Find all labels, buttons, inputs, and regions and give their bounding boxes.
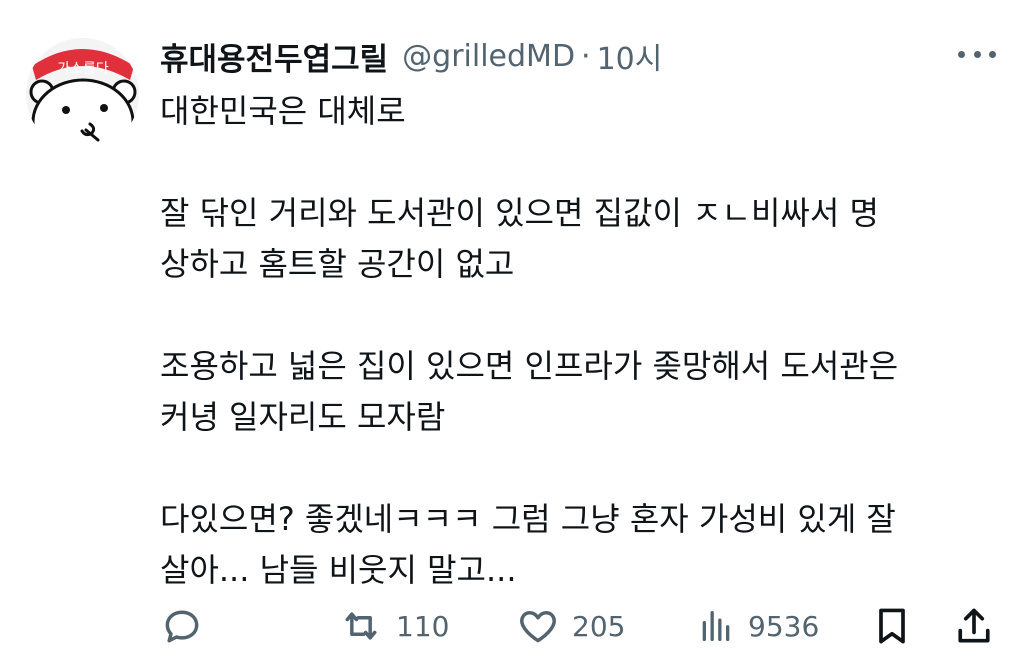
like-button[interactable]: 205: [516, 600, 625, 652]
tweet-paragraph: 다있으면? 좋겠네ㅋㅋㅋ 그럼 그냥 혼자 가성비 있게 잘 살아... 남들 …: [160, 494, 1000, 596]
views-icon: [702, 611, 730, 641]
tweet-timestamp[interactable]: 10시: [597, 34, 663, 78]
bookmark-button[interactable]: [870, 600, 914, 652]
tweet-line: 상하고 홈트할 공간이 없고: [160, 245, 515, 283]
tweet-line: 조용하고 넓은 집이 있으면 인프라가 좆망해서 도서관은: [160, 347, 899, 385]
share-icon: [958, 608, 990, 643]
author-handle[interactable]: @grilledMD: [402, 39, 575, 74]
avatar-badge-text: 가소롭다: [57, 61, 109, 77]
tweet-header: 휴대용전두엽그릴 @grilledMD · 10시: [160, 34, 662, 78]
tweet-line: 살아... 남들 비웃지 말고...: [160, 551, 517, 589]
avatar[interactable]: 가소롭다: [26, 38, 139, 151]
header-separator: ·: [581, 38, 591, 74]
tweet-line: 잘 닦인 거리와 도서관이 있으면 집값이 ㅈㄴ비싸서 명: [160, 194, 879, 232]
heart-icon: [520, 611, 556, 643]
retweet-button[interactable]: 110: [338, 600, 449, 652]
reply-icon: [165, 610, 199, 643]
like-count: 205: [572, 609, 626, 643]
more-dot-icon: [973, 50, 981, 58]
more-options-button[interactable]: [958, 44, 996, 64]
tweet-actions-bar: 110 205 9536: [160, 600, 1000, 652]
retweet-icon: [345, 612, 377, 640]
more-dot-icon: [989, 50, 996, 58]
author-name[interactable]: 휴대용전두엽그릴: [160, 34, 388, 79]
tweet-paragraph: 대한민국은 대체로: [160, 86, 1000, 137]
tweet-text: 대한민국은 대체로 잘 닦인 거리와 도서관이 있으면 집값이 ㅈㄴ비싸서 명 …: [160, 86, 1000, 596]
tweet-line: 다있으면? 좋겠네ㅋㅋㅋ 그럼 그냥 혼자 가성비 있게 잘: [160, 500, 896, 538]
views-count: 9536: [748, 609, 820, 643]
more-dot-icon: [958, 50, 965, 58]
avatar-bear-image: 가소롭다: [26, 38, 139, 151]
retweet-count: 110: [396, 609, 450, 643]
share-button[interactable]: [952, 600, 996, 652]
tweet-line: 커녕 일자리도 모자람: [160, 398, 446, 436]
views-button[interactable]: 9536: [696, 600, 819, 652]
tweet-line: 대한민국은 대체로: [160, 92, 406, 130]
bookmark-icon: [879, 608, 905, 644]
tweet-paragraph: 조용하고 넓은 집이 있으면 인프라가 좆망해서 도서관은 커녕 일자리도 모자…: [160, 341, 1000, 443]
reply-button[interactable]: [160, 600, 204, 652]
tweet-paragraph: 잘 닦인 거리와 도서관이 있으면 집값이 ㅈㄴ비싸서 명 상하고 홈트할 공간…: [160, 188, 1000, 290]
